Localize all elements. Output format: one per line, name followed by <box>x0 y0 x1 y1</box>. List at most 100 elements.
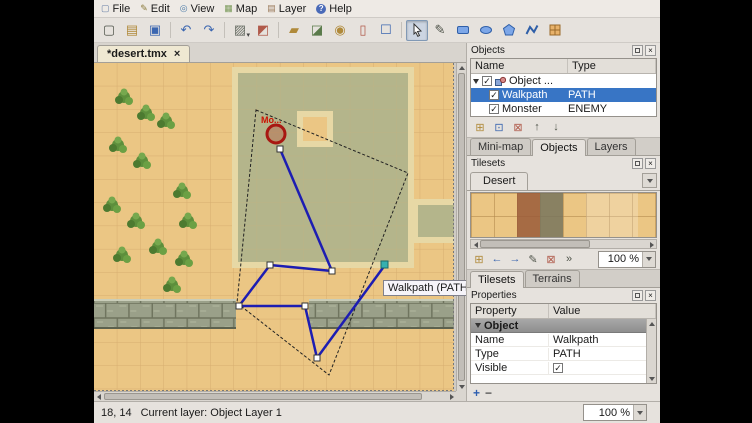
overflow-chevron-icon[interactable]: » <box>561 251 577 267</box>
dropdown-arrow-icon[interactable] <box>642 252 655 267</box>
terrain-brush-button[interactable]: ◪ <box>306 20 328 41</box>
tileset-view[interactable] <box>470 192 657 238</box>
object-row-monster[interactable]: ✓ Monster ENEMY <box>471 102 656 116</box>
duplicate-object-button[interactable]: ⊡ <box>491 119 507 135</box>
menu-layer[interactable]: ▤ Layer <box>263 2 312 16</box>
scroll-up-arrow[interactable] <box>647 319 656 328</box>
add-object-button[interactable]: ⊞ <box>472 119 488 135</box>
object-group-row[interactable]: ✓ Object ... <box>471 74 656 88</box>
tileset-brick-tiles <box>517 193 540 237</box>
float-panel-button[interactable] <box>632 45 643 56</box>
tileset-zoom-combo[interactable]: 100 % <box>598 251 656 268</box>
hovered-node[interactable] <box>381 261 388 268</box>
remove-property-button[interactable]: − <box>485 386 492 400</box>
value-column-header[interactable]: Value <box>549 304 656 318</box>
map-canvas[interactable]: Mo... <box>94 63 457 392</box>
object-row-walkpath[interactable]: ✓ Walkpath PATH <box>471 88 656 102</box>
visibility-checkbox[interactable]: ✓ <box>489 90 499 100</box>
close-panel-button[interactable]: × <box>645 158 656 169</box>
insert-polygon-button[interactable] <box>498 20 520 41</box>
map-zoom-combo[interactable]: 100 % <box>583 404 647 421</box>
save-map-button[interactable]: ▣ <box>144 20 166 41</box>
remove-object-button[interactable]: ⊠ <box>510 119 526 135</box>
scroll-down-arrow[interactable] <box>647 374 656 383</box>
map-horizontal-scrollbar[interactable] <box>94 391 456 401</box>
close-tab-icon[interactable]: × <box>174 49 180 60</box>
map-vertical-scrollbar[interactable] <box>456 63 466 391</box>
tileset-dropdown-button[interactable] <box>642 173 657 188</box>
expander-icon[interactable] <box>475 323 481 328</box>
new-map-button[interactable]: ▢ <box>98 20 120 41</box>
tileset-properties-button[interactable]: ✎ <box>525 251 541 267</box>
insert-tile-button[interactable] <box>544 20 566 41</box>
scroll-left-arrow[interactable] <box>94 392 103 401</box>
lower-object-button[interactable]: ↓ <box>548 119 564 135</box>
scroll-right-arrow[interactable] <box>447 392 456 401</box>
property-row-name[interactable]: Name Walkpath <box>471 333 656 347</box>
open-map-button[interactable]: ▤ <box>121 20 143 41</box>
remove-tileset-button[interactable]: ⊠ <box>543 251 559 267</box>
name-column-header[interactable]: Name <box>471 59 568 73</box>
horizontal-scroll-thumb[interactable] <box>104 393 422 400</box>
raise-object-button[interactable]: ↑ <box>529 119 545 135</box>
select-objects-button[interactable] <box>406 20 428 41</box>
dropdown-arrow-icon[interactable] <box>633 405 646 420</box>
menu-view[interactable]: ◎ View <box>176 2 221 16</box>
tab-minimap[interactable]: Mini-map <box>470 138 531 155</box>
insert-rectangle-button[interactable] <box>452 20 474 41</box>
rect-select-button[interactable]: ☐ <box>375 20 397 41</box>
visibility-checkbox[interactable]: ✓ <box>489 104 499 114</box>
bucket-fill-button[interactable]: ◉ <box>329 20 351 41</box>
menu-edit[interactable]: ✎ Edit <box>136 2 176 16</box>
scroll-down-arrow[interactable] <box>457 382 466 391</box>
close-panel-button[interactable]: × <box>645 45 656 56</box>
insert-polyline-button[interactable] <box>521 20 543 41</box>
menu-help[interactable]: ? Help <box>312 2 358 16</box>
tab-layers[interactable]: Layers <box>587 138 636 155</box>
scroll-right-arrow[interactable] <box>647 240 656 249</box>
random-mode-button[interactable]: ▨ ▾ <box>229 20 251 41</box>
edit-polygons-icon: ✎ <box>435 22 446 38</box>
property-group-object[interactable]: Object <box>471 319 656 333</box>
tab-objects[interactable]: Objects <box>532 139 585 156</box>
property-row-visible[interactable]: Visible ✓ <box>471 361 656 375</box>
property-row-type[interactable]: Type PATH <box>471 347 656 361</box>
scroll-up-arrow[interactable] <box>457 63 466 72</box>
document-tab-desert[interactable]: *desert.tmx × <box>97 45 190 62</box>
redo-button[interactable]: ↷ <box>198 20 220 41</box>
properties-scrollbar[interactable] <box>646 319 656 383</box>
tab-terrains[interactable]: Terrains <box>525 270 580 287</box>
close-panel-button[interactable]: × <box>645 290 656 301</box>
menu-file[interactable]: ▢ File <box>97 2 136 16</box>
objects-table-header: Name Type <box>471 59 656 74</box>
tileset-scroll-thumb[interactable] <box>480 240 590 248</box>
property-column-header[interactable]: Property <box>471 304 549 318</box>
expander-icon[interactable] <box>473 79 479 84</box>
import-tileset-button[interactable]: ← <box>489 251 505 267</box>
visible-checkbox[interactable]: ✓ <box>553 363 563 373</box>
tileset-scrollbar[interactable] <box>470 239 657 249</box>
new-map-icon: ▢ <box>103 22 115 38</box>
scroll-left-arrow[interactable] <box>471 240 480 249</box>
property-value[interactable]: PATH <box>553 348 581 360</box>
properties-panel-titlebar: Properties × <box>467 288 660 303</box>
highlight-layer-button[interactable]: ◩ <box>252 20 274 41</box>
visibility-checkbox[interactable]: ✓ <box>482 76 492 86</box>
edit-polygons-button[interactable]: ✎ <box>429 20 451 41</box>
vertical-scroll-thumb[interactable] <box>458 73 465 381</box>
menu-map[interactable]: ▦ Map <box>220 2 263 16</box>
type-column-header[interactable]: Type <box>568 59 656 73</box>
new-tileset-button[interactable]: ⊞ <box>471 251 487 267</box>
add-property-button[interactable]: + <box>473 386 480 400</box>
stamp-brush-button[interactable]: ▰ <box>283 20 305 41</box>
float-panel-button[interactable] <box>632 158 643 169</box>
insert-ellipse-button[interactable] <box>475 20 497 41</box>
eraser-button[interactable]: ▯ <box>352 20 374 41</box>
property-row-clipped[interactable] <box>471 375 656 384</box>
export-tileset-button[interactable]: → <box>507 251 523 267</box>
float-panel-button[interactable] <box>632 290 643 301</box>
property-value[interactable]: Walkpath <box>553 334 598 346</box>
tileset-tab-desert[interactable]: Desert <box>470 172 528 190</box>
tab-tilesets[interactable]: Tilesets <box>470 271 524 288</box>
undo-button[interactable]: ↶ <box>175 20 197 41</box>
